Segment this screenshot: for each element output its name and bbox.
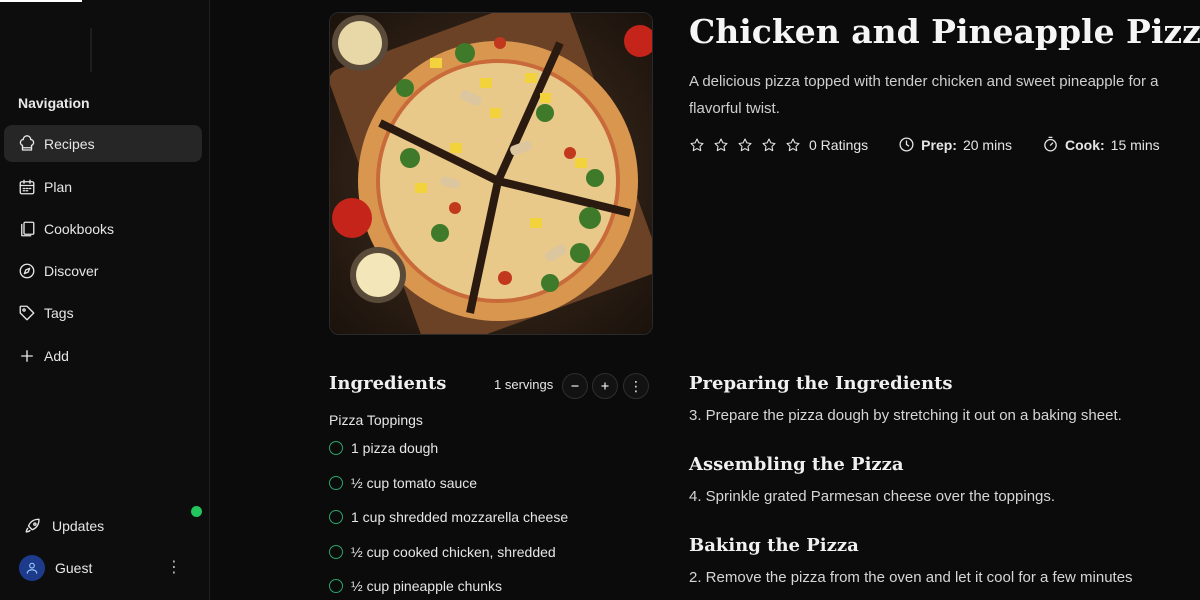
logo-mark [90, 28, 92, 72]
star-icon[interactable] [785, 137, 801, 153]
user-icon [26, 562, 38, 574]
calendar-icon [19, 179, 35, 194]
recipe-title: Chicken and Pineapple Pizza [689, 12, 1200, 51]
sidebar-item-add[interactable]: Add [4, 337, 202, 374]
sidebar-item-recipes[interactable]: Recipes [4, 125, 202, 162]
star-icon[interactable] [761, 137, 777, 153]
cookbooks-icon [21, 221, 35, 236]
ingredient-text: 1 pizza dough [351, 440, 439, 456]
more-vertical-icon: ⋮ [629, 377, 643, 394]
sidebar-item-plan[interactable]: Plan [4, 168, 202, 205]
plus-icon [601, 382, 609, 390]
instruction-text: 4. Sprinkle grated Parmesan cheese over … [689, 488, 1056, 505]
instruction-heading: Preparing the Ingredients [689, 373, 953, 394]
ingredient-item[interactable]: 1 cup shredded mozzarella cheese [329, 509, 568, 525]
prep-label: Prep: [921, 136, 957, 153]
checkbox-circle-icon[interactable] [329, 441, 343, 455]
star-icon[interactable] [689, 137, 705, 153]
recipe-description: A delicious pizza topped with tender chi… [689, 73, 1159, 117]
checkbox-circle-icon[interactable] [329, 579, 343, 593]
recipe-meta: 0 Ratings Prep: 20 mins Cook: 15 mins [689, 136, 1160, 153]
ingredient-item[interactable]: ½ cup cooked chicken, shredded [329, 544, 556, 560]
timer-icon [1044, 136, 1057, 152]
cook-value: 15 mins [1110, 136, 1160, 153]
ingredient-item[interactable]: ½ cup tomato sauce [329, 475, 477, 491]
instruction-heading: Assembling the Pizza [689, 454, 904, 475]
minus-icon [571, 385, 579, 387]
ingredient-group-title: Pizza Toppings [329, 412, 423, 428]
sidebar-item-label: Recipes [44, 135, 95, 152]
clock-icon [899, 137, 914, 152]
ingredient-text: 1 cup shredded mozzarella cheese [351, 509, 569, 525]
sidebar-item-label: Cookbooks [44, 220, 115, 237]
instruction-text: 3. Prepare the pizza dough by stretching… [689, 407, 1122, 424]
user-menu[interactable]: Guest ⋮ [4, 552, 202, 584]
sidebar: Navigation Recipes Plan Cookbooks Discov… [0, 0, 210, 600]
sidebar-item-discover[interactable]: Discover [4, 252, 202, 289]
update-notification-dot [191, 506, 202, 517]
prep-value: 20 mins [962, 136, 1012, 153]
rating-count: 0 Ratings [809, 136, 869, 153]
top-indicator [0, 0, 82, 2]
ingredient-text: ½ cup cooked chicken, shredded [351, 544, 556, 560]
nav-section-title: Navigation [18, 95, 90, 111]
checkbox-circle-icon[interactable] [329, 510, 343, 524]
checkbox-circle-icon[interactable] [329, 545, 343, 559]
sidebar-item-label: Tags [44, 304, 74, 321]
increase-servings-button[interactable] [592, 373, 618, 399]
user-name: Guest [55, 560, 93, 576]
recipe-image [329, 12, 653, 335]
rocket-icon [25, 518, 40, 533]
checkbox-circle-icon[interactable] [329, 476, 343, 490]
updates-label: Updates [52, 518, 105, 534]
cook-label: Cook: [1064, 136, 1105, 153]
sidebar-item-label: Plan [44, 178, 73, 195]
ingredients-heading: Ingredients [329, 373, 447, 394]
tag-icon [19, 305, 35, 320]
star-icon[interactable] [737, 137, 753, 153]
servings-count: 1 servings [494, 377, 554, 392]
sidebar-item-label: Discover [44, 262, 99, 279]
ingredient-text: ½ cup pineapple chunks [351, 578, 502, 594]
compass-icon [19, 263, 35, 278]
star-icon[interactable] [713, 137, 729, 153]
more-vertical-icon[interactable]: ⋮ [166, 558, 182, 578]
ingredients-more-button[interactable]: ⋮ [623, 373, 649, 399]
updates-button[interactable]: Updates [4, 508, 202, 544]
sidebar-item-label: Add [44, 347, 69, 364]
chef-hat-icon [19, 134, 35, 151]
avatar [19, 555, 45, 581]
sidebar-item-tags[interactable]: Tags [4, 294, 202, 331]
sidebar-item-cookbooks[interactable]: Cookbooks [4, 210, 202, 247]
ingredient-item[interactable]: ½ cup pineapple chunks [329, 578, 502, 594]
decrease-servings-button[interactable] [562, 373, 588, 399]
ingredient-item[interactable]: 1 pizza dough [329, 440, 438, 456]
plus-icon [21, 349, 33, 362]
instruction-text: 2. Remove the pizza from the oven and le… [689, 569, 1133, 586]
ingredient-text: ½ cup tomato sauce [351, 475, 478, 491]
instruction-heading: Baking the Pizza [689, 535, 859, 556]
